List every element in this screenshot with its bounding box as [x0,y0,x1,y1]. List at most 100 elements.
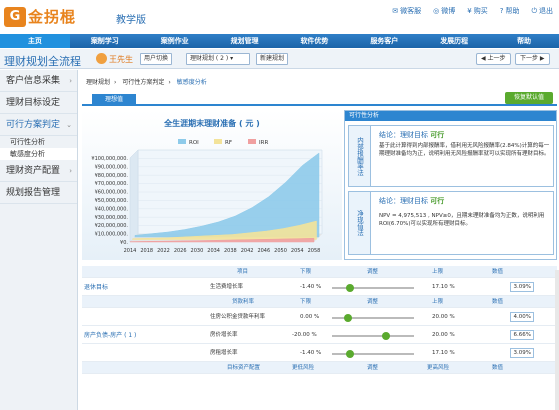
sidebar-item-report[interactable]: 规划报告管理 [0,182,77,204]
y-tick-label: ¥60,000,000. [95,190,129,196]
irr-conclusion: 结论：理财目标 可行 [379,131,445,139]
table-row: 房租增长率 -1.40 % 17.10 % 3.09% [82,344,557,362]
switch-user-button[interactable]: 用户切换 [140,53,173,65]
x-tick-label: 2038 [224,248,237,254]
nav-homework[interactable]: 案例作业 [140,34,210,48]
table-subheader: 贷款利率 下限 调整 上限 数值 [82,296,557,308]
x-tick-label: 2026 [174,248,187,254]
feasibility-panel: 可行性分析 内部报酬率法 结论：理财目标 可行 基于此计算得到内部报酬率，借利用… [344,110,557,260]
table-subheader: 目标资产配置 更低风险 调整 更高风险 数值 [82,362,557,374]
x-tick-label: 2058 [308,248,321,254]
x-tick-label: 2022 [157,248,170,254]
sidebar-sub-sensitivity[interactable]: 敏感度分析 [0,148,77,160]
legend-swatch [248,139,256,144]
slider-track[interactable] [332,314,414,322]
sensitivity-table: 项目 下限 调整 上限 数值 退休目标 生活费增长率 -1.40 % 17.10… [82,266,557,374]
main-nav: 主页 案制学习 案例作业 规划管理 软件优势 服务客户 发展历程 帮助 [0,34,559,48]
y-tick-label: ¥100,000,000. [91,156,128,162]
nav-plan-manage[interactable]: 规划管理 [210,34,280,48]
x-tick-label: 2046 [257,248,270,254]
x-tick-label: 2030 [191,248,204,254]
chart-svg: 全生涯期末理财准备 ( 元 ) ROI RF IRR ¥100,000,000. ¥90,… [91,118,323,254]
toplink-weibo[interactable]: ◎ 微博 [433,6,455,16]
legend-swatch [178,139,186,144]
scrollbar[interactable] [555,270,559,410]
x-tick-label: 2042 [241,248,254,254]
crumb-sensitivity: 敏感度分析 [176,79,207,86]
sidebar-item-goal-setting[interactable]: 理财目标设定 [0,92,77,114]
slider-track[interactable] [332,350,414,358]
nav-service[interactable]: 服务客户 [349,34,419,48]
table-row: 房价增长率 -20.00 % 20.00 % 6.66% [82,326,557,344]
sidebar: 客户信息采集 › 理财目标设定 可行方案判定 ⌄ 可行性分析 敏感度分析 理财资产配… [0,70,78,410]
nav-history[interactable]: 发展历程 [419,34,489,48]
table-row: 退休目标 生活费增长率 -1.40 % 17.10 % 3.09% [82,278,557,296]
nav-advantage[interactable]: 软件优势 [280,34,350,48]
sidebar-item-asset-allocation[interactable]: 理财资产配置 › [0,160,77,182]
nav-home[interactable]: 主页 [0,34,70,48]
value-input[interactable]: 6.66% [510,330,534,340]
nav-help[interactable]: 帮助 [489,34,559,48]
breadcrumb: 理财规划 › 可行性方案判定 › 敏感度分析 [86,79,207,86]
y-tick-label: ¥80,000,000. [95,173,129,179]
y-tick-label: ¥10,000,000. [95,232,129,238]
new-plan-button[interactable]: 新建规划 [256,53,289,65]
value-input[interactable]: 3.09% [510,348,534,358]
y-tick-label: ¥50,000,000. [95,198,129,204]
sidebar-sub-feasibility-analysis[interactable]: 可行性分析 [0,136,77,148]
top-links: ✉ 微客服 ◎ 微博 ¥ 购买 ? 帮助 ⏻ 退出 [392,6,553,16]
logo-mark-icon: G [4,6,26,27]
plan-select[interactable]: 理财规划 ( 2 ) ▾ [186,53,250,65]
npv-text: NPV = 4,975,513 , NPV≥0，且期末理财准备均为正数，说明利用… [379,213,545,227]
x-tick-label: 2034 [207,248,220,254]
slider-track[interactable] [332,284,414,292]
legend-swatch [214,139,222,144]
prev-button[interactable]: ◀ 上一步 [476,53,511,65]
brand-name: 金拐棍 [28,8,77,26]
slider-track[interactable] [332,332,414,340]
value-input[interactable]: 3.09% [510,282,534,292]
crumb-plan[interactable]: 理财规划 [86,79,110,86]
y-tick-label: ¥0. [120,240,128,246]
next-button[interactable]: 下一步 ▶ [515,53,550,65]
x-tick-label: 2018 [140,248,153,254]
tab-ideal-value[interactable]: 理想值 [92,94,136,106]
toplink-logout[interactable]: ⏻ 退出 [531,6,553,16]
sidebar-item-feasibility[interactable]: 可行方案判定 ⌄ [0,114,77,136]
chart-side-wall [129,149,139,243]
legend-label: RF [225,140,232,146]
y-tick-label: ¥90,000,000. [95,164,129,170]
restore-default-button[interactable]: 恢复默认值 [505,92,553,104]
crumb-feasible[interactable]: 可行性方案判定 [122,79,164,86]
table-row: 住房公积金贷款年利率 0.00 % 20.00 % 4.00% [82,308,557,326]
irr-method-label: 内部报酬率法 [349,126,371,186]
toplink-help[interactable]: ? 帮助 [500,6,520,16]
main-content: 理财规划 › 可行性方案判定 › 敏感度分析 理想值 恢复默认值 全生涯期末理财准备… [80,70,559,410]
chevron-right-icon: › [69,77,72,85]
irr-block: 内部报酬率法 结论：理财目标 可行 基于此计算得到内部报酬率，借利用无风险报酬率… [348,125,554,187]
value-input[interactable]: 4.00% [510,312,534,322]
chevron-right-icon: › [69,167,72,175]
top-bar: G 金拐棍 教学版 ✉ 微客服 ◎ 微博 ¥ 购买 ? 帮助 ⏻ 退出 [0,0,559,34]
slider-knob[interactable] [382,332,390,340]
npv-conclusion: 结论：理财目标 可行 [379,197,445,205]
page-title: 理财规划全流程 [4,55,81,68]
sub-header: 理财规划全流程 王先生 用户切换 理财规划 ( 2 ) ▾ 新建规划 ◀ 上一步… [0,49,559,69]
y-tick-label: ¥30,000,000. [95,215,129,221]
slider-knob[interactable] [346,350,354,358]
chart-panel: 全生涯期末理财准备 ( 元 ) ROI RF IRR ¥100,000,000. ¥90,… [82,110,342,260]
edition-label: 教学版 [116,15,146,26]
toplink-buy[interactable]: ¥ 购买 [467,6,487,16]
slider-knob[interactable] [344,314,352,322]
sidebar-item-customer-info[interactable]: 客户信息采集 › [0,70,77,92]
x-tick-label: 2014 [124,248,137,254]
irr-text: 基于此计算得到内部报酬率，借利用无风险报酬率(2.84%)计算的每一期理财准备均… [379,143,550,157]
nav-learning[interactable]: 案制学习 [70,34,140,48]
slider-knob[interactable] [346,284,354,292]
x-tick-label: 2054 [291,248,304,254]
npv-method-label: 净现值法 [349,192,371,254]
feasibility-title: 可行性分析 [345,111,556,121]
toplink-service[interactable]: ✉ 微客服 [392,6,421,16]
user-avatar-icon [96,53,107,64]
x-tick-label: 2050 [274,248,287,254]
